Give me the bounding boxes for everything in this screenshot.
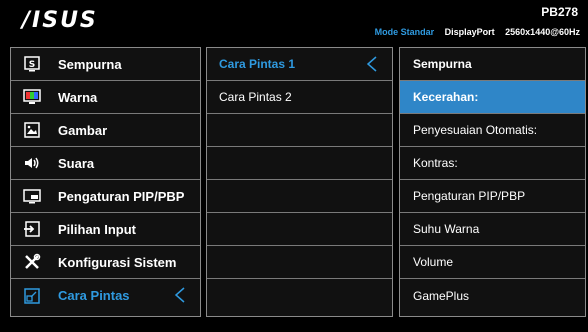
option-kontras[interactable]: Kontras: xyxy=(400,147,585,180)
menu-item-label: Gambar xyxy=(58,122,108,138)
option-label: Kecerahan: xyxy=(413,90,479,104)
option-auto-adjust[interactable]: Penyesuaian Otomatis: xyxy=(400,114,585,147)
menu-item-suara[interactable]: Suara xyxy=(11,147,200,180)
model-name: PB278 xyxy=(541,5,578,19)
option-label: Suhu Warna xyxy=(413,222,480,236)
menu-item-sempurna[interactable]: S Sempurna xyxy=(11,48,200,81)
submenu-empty-row xyxy=(207,114,392,147)
menu-item-input[interactable]: Pilihan Input xyxy=(11,213,200,246)
option-gameplus[interactable]: GamePlus xyxy=(400,279,585,312)
menu-item-gambar[interactable]: Gambar xyxy=(11,114,200,147)
option-color-temp[interactable]: Suhu Warna xyxy=(400,213,585,246)
pip-icon xyxy=(23,187,41,205)
input-icon xyxy=(23,220,41,238)
option-label: Volume xyxy=(413,255,454,269)
menu-item-label: Warna xyxy=(58,89,98,105)
option-title-sempurna[interactable]: Sempurna xyxy=(400,48,585,81)
menu-item-label: Suara xyxy=(58,155,95,171)
submenu-item-shortcut-1[interactable]: Cara Pintas 1 xyxy=(207,48,392,81)
submenu-empty-row xyxy=(207,147,392,180)
option-label: GamePlus xyxy=(413,288,470,303)
svg-text:S: S xyxy=(29,60,35,70)
shortcut-icon xyxy=(23,287,41,305)
option-label: Penyesuaian Otomatis: xyxy=(413,123,538,137)
option-label: Pengaturan PIP/PBP xyxy=(413,189,526,203)
submenu-item-label: Cara Pintas 1 xyxy=(219,57,296,71)
speaker-icon xyxy=(23,154,41,172)
chevron-left-icon xyxy=(174,287,185,303)
option-label: Kontras: xyxy=(413,156,458,170)
tools-icon xyxy=(23,253,41,271)
submenu-empty-row xyxy=(207,180,392,213)
menu-item-label: Sempurna xyxy=(58,56,122,72)
submenu-empty-row xyxy=(207,279,392,312)
status-bar: Mode Standar DisplayPort 2560x1440@60Hz xyxy=(375,27,580,37)
submenu-item-shortcut-2[interactable]: Cara Pintas 2 xyxy=(207,81,392,114)
options-panel: Sempurna Kecerahan: Penyesuaian Otomatis… xyxy=(399,47,586,317)
menu-item-label: Cara Pintas xyxy=(58,288,130,303)
osd-header: /ISUS PB278 Mode Standar DisplayPort 256… xyxy=(0,0,588,40)
submenu-item-label: Cara Pintas 2 xyxy=(219,90,292,104)
submenu-panel: Cara Pintas 1 Cara Pintas 2 xyxy=(206,47,393,317)
option-label: Sempurna xyxy=(413,57,472,71)
menu-item-warna[interactable]: Warna xyxy=(11,81,200,114)
mode-label: Mode Standar xyxy=(374,27,435,37)
asus-logo: /ISUS xyxy=(22,8,98,33)
option-pip-pbp[interactable]: Pengaturan PIP/PBP xyxy=(400,180,585,213)
menu-item-label: Pengaturan PIP/PBP xyxy=(58,188,185,204)
menu-item-system[interactable]: Konfigurasi Sistem xyxy=(11,246,200,279)
submenu-empty-row xyxy=(207,213,392,246)
splendid-icon: S xyxy=(23,55,41,73)
chevron-left-icon xyxy=(366,56,377,72)
input-port-label: DisplayPort xyxy=(444,27,495,37)
option-kecerahan[interactable]: Kecerahan: xyxy=(400,81,585,114)
menu-item-pip-pbp[interactable]: Pengaturan PIP/PBP xyxy=(11,180,200,213)
color-icon xyxy=(23,88,41,106)
submenu-empty-row xyxy=(207,246,392,279)
resolution-label: 2560x1440@60Hz xyxy=(505,27,580,37)
menu-item-shortcut[interactable]: Cara Pintas xyxy=(11,279,200,312)
image-icon xyxy=(23,121,41,139)
main-menu-panel: S Sempurna Warna Gambar Suara Pengaturan… xyxy=(10,47,201,317)
option-volume[interactable]: Volume xyxy=(400,246,585,279)
menu-item-label: Konfigurasi Sistem xyxy=(58,254,177,270)
menu-item-label: Pilihan Input xyxy=(58,221,136,237)
